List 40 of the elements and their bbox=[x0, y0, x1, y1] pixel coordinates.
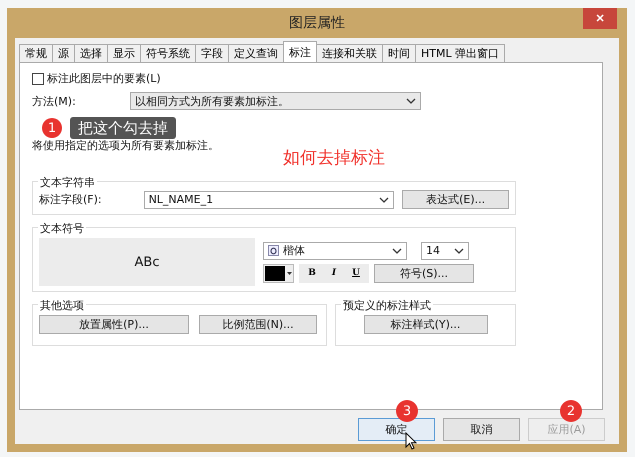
label-styles-button[interactable]: 标注样式(Y)... bbox=[364, 315, 488, 334]
close-button[interactable]: ✕ bbox=[583, 8, 617, 29]
chevron-down-icon bbox=[392, 248, 402, 254]
caret-icon bbox=[287, 272, 292, 274]
tab[interactable]: HTML 弹出窗口 bbox=[415, 44, 506, 62]
dialog-button[interactable]: 确定 bbox=[358, 418, 435, 441]
group-title: 其他选项 bbox=[38, 298, 86, 313]
size-dropdown[interactable]: 14 bbox=[421, 242, 469, 260]
tab[interactable]: 常规 bbox=[19, 44, 53, 62]
field-dropdown[interactable]: NL_NAME_1 bbox=[144, 190, 394, 208]
tab[interactable]: 标注 bbox=[283, 41, 317, 62]
dialog-button[interactable]: 取消 bbox=[443, 418, 520, 441]
method-dropdown[interactable]: 以相同方式为所有要素加标注。 bbox=[130, 92, 421, 110]
cursor-icon bbox=[405, 432, 417, 450]
group-title: 文本符号 bbox=[38, 221, 86, 236]
description-text: 将使用指定的选项为所有要素加标注。 bbox=[32, 138, 219, 153]
checkbox[interactable] bbox=[32, 72, 44, 84]
tab[interactable]: 定义查询 bbox=[228, 44, 284, 62]
font-dropdown[interactable]: 楷体 bbox=[263, 242, 407, 260]
window-title: 图层属性 bbox=[289, 14, 345, 32]
chevron-down-icon bbox=[406, 98, 416, 104]
symbol-button[interactable]: 符号(S)... bbox=[374, 264, 474, 282]
expression-button[interactable]: 表达式(E)... bbox=[402, 190, 509, 209]
method-label: 方法(M): bbox=[32, 94, 77, 108]
bold-button[interactable]: B bbox=[301, 264, 323, 282]
color-picker[interactable] bbox=[263, 264, 294, 282]
option-button[interactable]: 放置属性(P)... bbox=[39, 315, 189, 334]
preview-text: ABc bbox=[134, 254, 160, 270]
annotation-text: 如何去掉标注 bbox=[283, 147, 385, 169]
group-title: 预定义的标注样式 bbox=[341, 298, 433, 313]
group-title: 文本字符串 bbox=[38, 175, 97, 190]
checkbox-label: 标注此图层中的要素(L) bbox=[47, 71, 161, 86]
italic-button[interactable]: I bbox=[323, 264, 345, 282]
field-label: 标注字段(F): bbox=[39, 192, 103, 207]
option-button[interactable]: 比例范围(N)... bbox=[199, 315, 317, 334]
underline-button[interactable]: U bbox=[345, 264, 367, 282]
chevron-down-icon bbox=[454, 248, 464, 254]
tooltip-text: 把这个勾去掉 bbox=[70, 117, 176, 139]
font-icon bbox=[268, 245, 279, 256]
chevron-down-icon bbox=[379, 196, 390, 202]
